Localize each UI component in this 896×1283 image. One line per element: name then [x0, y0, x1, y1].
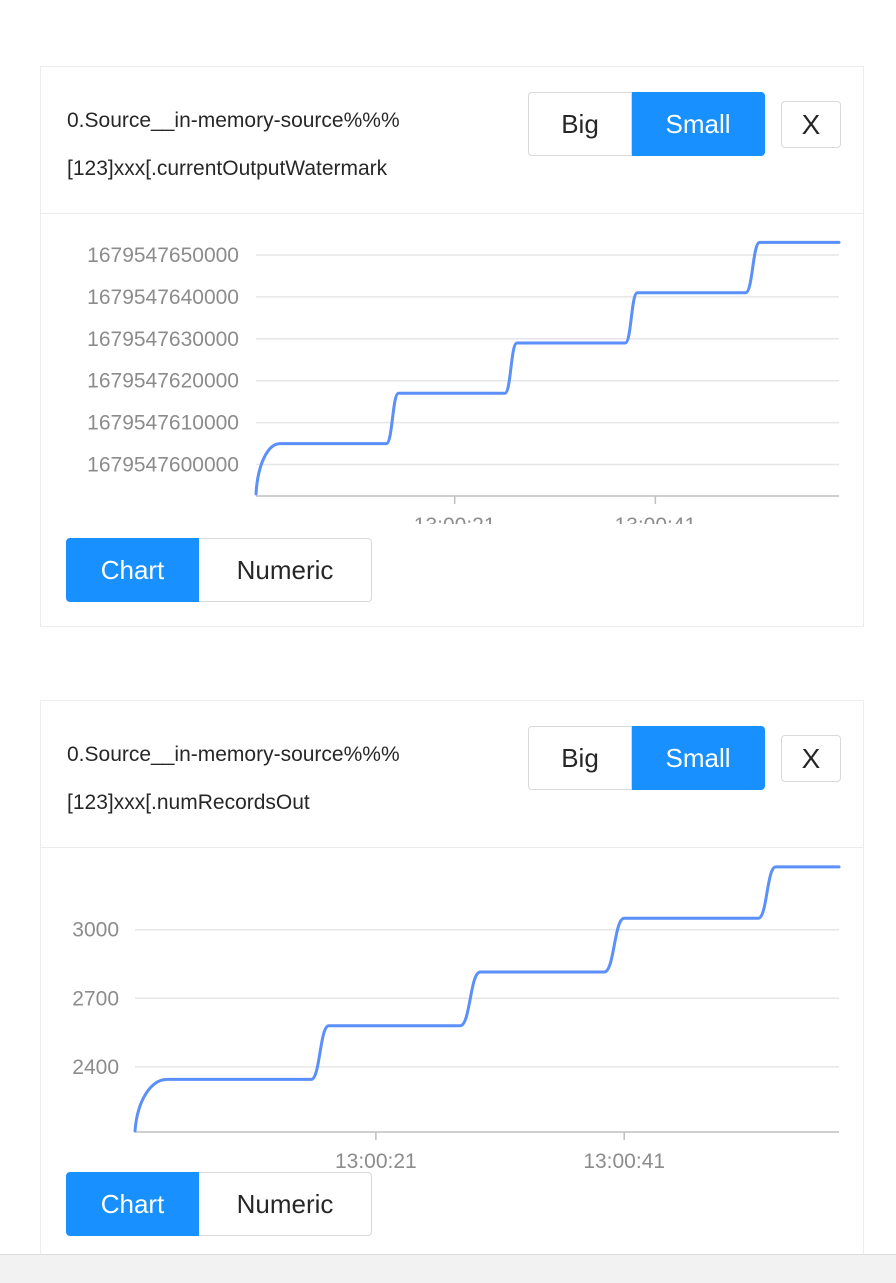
metric-panel: 0.Source__in-memory-source%%% [123]xxx[.…	[40, 66, 864, 627]
numeric-view-button[interactable]: Numeric	[199, 1172, 372, 1236]
x-tick-label: 13:00:21	[335, 1150, 417, 1168]
bottom-bar	[0, 1254, 896, 1283]
panel-title-line-2: [123]xxx[.currentOutputWatermark	[67, 157, 388, 180]
line-chart: 2400 2700 3000 13:00:21 13:00:41	[72, 865, 841, 1168]
x-tick-label: 13:00:41	[614, 514, 696, 524]
close-icon[interactable]: X	[781, 735, 841, 782]
metric-panel: 0.Source__in-memory-source%%% [123]xxx[.…	[40, 700, 864, 1270]
y-tick-label: 1679547620000	[87, 370, 239, 393]
size-toggle-group: Big Small	[528, 726, 765, 790]
panel-title: 0.Source__in-memory-source%%% [123]xxx[.…	[67, 731, 507, 827]
panel-title-line-2: [123]xxx[.numRecordsOut	[67, 791, 310, 814]
y-tick-label: 2400	[72, 1056, 119, 1079]
chart-view-button[interactable]: Chart	[66, 1172, 199, 1236]
panel-header: 0.Source__in-memory-source%%% [123]xxx[.…	[41, 67, 863, 214]
y-tick-label: 2700	[72, 987, 119, 1010]
y-tick-label: 3000	[72, 919, 119, 942]
small-size-button[interactable]: Small	[632, 726, 765, 790]
chart-view-button[interactable]: Chart	[66, 538, 199, 602]
size-toggle-group: Big Small	[528, 92, 765, 156]
y-tick-label: 1679547600000	[87, 454, 239, 477]
y-tick-label: 1679547650000	[87, 244, 239, 267]
panel-title-line-1: 0.Source__in-memory-source%%%	[67, 743, 400, 766]
view-toggle-group: Chart Numeric	[66, 538, 372, 602]
view-toggle-group: Chart Numeric	[66, 1172, 372, 1236]
y-tick-label: 1679547630000	[87, 328, 239, 351]
line-chart: 1679547600000 1679547610000 1679547620000 1…	[87, 240, 841, 524]
numeric-view-button[interactable]: Numeric	[199, 538, 372, 602]
y-tick-label: 1679547610000	[87, 412, 239, 435]
x-tick-label: 13:00:21	[414, 514, 496, 524]
series-line	[254, 240, 841, 496]
y-tick-label: 1679547640000	[87, 286, 239, 309]
close-icon[interactable]: X	[781, 101, 841, 148]
panel-title-line-1: 0.Source__in-memory-source%%%	[67, 109, 400, 132]
panel-title: 0.Source__in-memory-source%%% [123]xxx[.…	[67, 97, 507, 193]
x-tick-label: 13:00:41	[583, 1150, 665, 1168]
panel-header: 0.Source__in-memory-source%%% [123]xxx[.…	[41, 701, 863, 848]
small-size-button[interactable]: Small	[632, 92, 765, 156]
big-size-button[interactable]: Big	[528, 726, 632, 790]
big-size-button[interactable]: Big	[528, 92, 632, 156]
